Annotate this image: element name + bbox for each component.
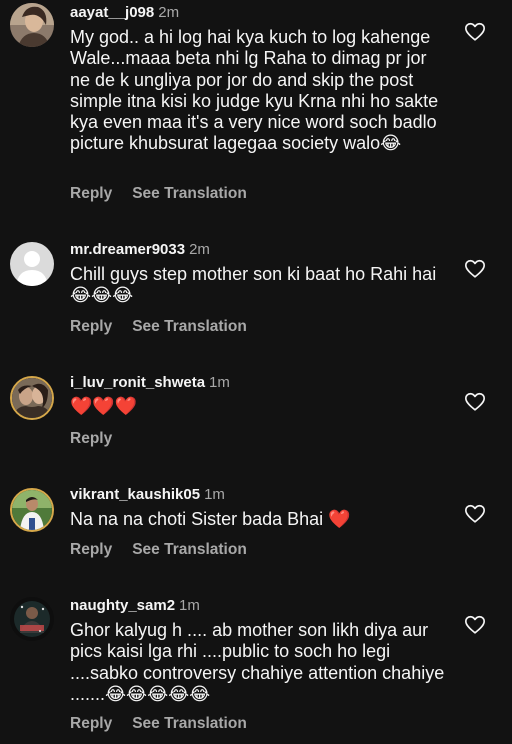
heart-outline-icon[interactable] <box>464 391 486 413</box>
timestamp: 1m <box>179 597 200 614</box>
person-silhouette-icon <box>10 242 54 286</box>
username[interactable]: vikrant_kaushik05 <box>70 486 200 503</box>
reply-button[interactable]: Reply <box>70 715 112 733</box>
reply-button[interactable]: Reply <box>70 430 112 448</box>
comment-header: mr.dreamer9033 2m <box>70 241 210 259</box>
comment-text: My god.. a hi log hai kya kuch to log ka… <box>70 27 439 154</box>
comment-actions: Reply See Translation <box>70 715 247 733</box>
heart-outline-icon[interactable] <box>464 614 486 636</box>
comment-header: aayat__j098 2m <box>70 4 179 22</box>
reply-button[interactable]: Reply <box>70 318 112 336</box>
comment-item: vikrant_kaushik05 1m Na na na choti Siste… <box>0 482 512 562</box>
comment-actions: Reply See Translation <box>70 185 247 203</box>
username[interactable]: naughty_sam2 <box>70 597 175 614</box>
comment-text: Ghor kalyug h .... ab mother son likh di… <box>70 620 445 704</box>
comment-actions: Reply See Translation <box>70 541 247 559</box>
see-translation-button[interactable]: See Translation <box>132 185 247 203</box>
comment-actions: Reply See Translation <box>70 318 247 336</box>
comment-item: aayat__j098 2m My god.. a hi log hai kya … <box>0 0 512 210</box>
reply-button[interactable]: Reply <box>70 541 112 559</box>
comment-text: Na na na choti Sister bada Bhai ❤️ <box>70 509 351 529</box>
avatar[interactable] <box>10 242 54 286</box>
avatar[interactable] <box>10 3 54 47</box>
avatar[interactable] <box>10 597 54 641</box>
username[interactable]: mr.dreamer9033 <box>70 241 185 258</box>
timestamp: 2m <box>189 241 210 258</box>
comment-item: mr.dreamer9033 2m Chill guys step mother … <box>0 238 512 348</box>
reply-button[interactable]: Reply <box>70 185 112 203</box>
comment-text: ❤️❤️❤️ <box>70 396 138 416</box>
see-translation-button[interactable]: See Translation <box>132 541 247 559</box>
timestamp: 1m <box>204 486 225 503</box>
timestamp: 2m <box>158 4 180 21</box>
comment-item: naughty_sam2 1m Ghor kalyug h .... ab mot… <box>0 594 512 744</box>
avatar[interactable] <box>10 488 54 532</box>
comment-header: i_luv_ronit_shweta 1m <box>70 374 230 392</box>
see-translation-button[interactable]: See Translation <box>132 715 247 733</box>
heart-outline-icon[interactable] <box>464 503 486 525</box>
avatar[interactable] <box>10 376 54 420</box>
username[interactable]: i_luv_ronit_shweta <box>70 374 205 391</box>
username[interactable]: aayat__j098 <box>70 4 154 21</box>
heart-outline-icon[interactable] <box>464 21 486 43</box>
comment-text: Chill guys step mother son ki baat ho Ra… <box>70 264 437 306</box>
comment-item: i_luv_ronit_shweta 1m ❤️❤️❤️ Reply <box>0 370 512 450</box>
comment-actions: Reply <box>70 430 112 448</box>
heart-outline-icon[interactable] <box>464 258 486 280</box>
timestamp: 1m <box>209 374 230 391</box>
see-translation-button[interactable]: See Translation <box>132 318 247 336</box>
comment-header: naughty_sam2 1m <box>70 597 200 615</box>
comment-header: vikrant_kaushik05 1m <box>70 486 225 504</box>
